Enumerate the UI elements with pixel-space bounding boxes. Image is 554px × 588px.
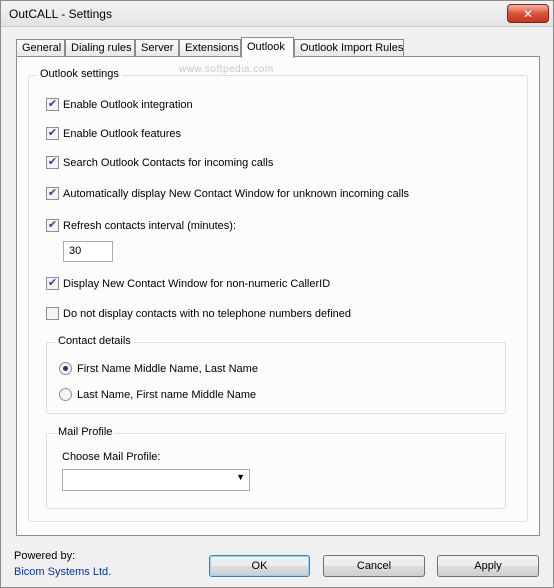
- apply-button[interactable]: Apply: [437, 555, 539, 577]
- radio-label: First Name Middle Name, Last Name: [77, 362, 258, 375]
- tab-outlook[interactable]: Outlook: [241, 37, 294, 58]
- tab-extensions[interactable]: Extensions: [179, 39, 241, 57]
- checkbox-enable-features[interactable]: ✔: [46, 127, 59, 140]
- option-display-non-numeric[interactable]: ✔ Display New Contact Window for non-num…: [46, 277, 330, 290]
- radio-button-selected[interactable]: [59, 362, 72, 375]
- checkbox-enable-integration[interactable]: ✔: [46, 98, 59, 111]
- checkbox-search-contacts[interactable]: ✔: [46, 156, 59, 169]
- window-title: OutCALL - Settings: [9, 7, 112, 21]
- option-label: Search Outlook Contacts for incoming cal…: [63, 156, 274, 169]
- checkbox-refresh-interval[interactable]: ✔: [46, 219, 59, 232]
- option-label: Display New Contact Window for non-numer…: [63, 277, 331, 290]
- option-label: Refresh contacts interval (minutes):: [63, 219, 237, 232]
- checkbox-non-numeric[interactable]: ✔: [46, 277, 59, 290]
- radio-dot: [63, 366, 68, 371]
- option-enable-outlook-features[interactable]: ✔ Enable Outlook features: [46, 127, 181, 140]
- contact-details-group: Contact details: [46, 335, 506, 414]
- checkbox-auto-display[interactable]: ✔: [46, 187, 59, 200]
- tab-outlook-import-rules[interactable]: Outlook Import Rules: [294, 39, 404, 57]
- option-label: Do not display contacts with no telephon…: [63, 307, 352, 320]
- chevron-down-icon: ▼: [236, 472, 245, 482]
- close-button[interactable]: ✕: [507, 4, 549, 23]
- title-bar[interactable]: OutCALL - Settings ✕: [1, 1, 553, 27]
- ok-button[interactable]: OK: [209, 555, 310, 577]
- outlook-settings-label: Outlook settings: [37, 68, 122, 80]
- checkbox-hide-no-phone[interactable]: [46, 307, 59, 320]
- option-refresh-interval[interactable]: ✔ Refresh contacts interval (minutes):: [46, 219, 236, 232]
- contact-details-label: Contact details: [55, 335, 134, 347]
- watermark: www.softpedia.com: [179, 64, 274, 75]
- powered-by-label: Powered by:: [14, 550, 76, 562]
- tab-general[interactable]: General: [16, 39, 65, 57]
- option-enable-outlook-integration[interactable]: ✔ Enable Outlook integration: [46, 98, 193, 111]
- radio-label: Last Name, First name Middle Name: [77, 388, 257, 401]
- radio-button-unselected[interactable]: [59, 388, 72, 401]
- close-icon: ✕: [522, 6, 534, 21]
- option-label: Enable Outlook integration: [63, 98, 193, 111]
- choose-mail-profile-label: Choose Mail Profile:: [62, 451, 160, 463]
- option-label: Enable Outlook features: [63, 127, 182, 140]
- tab-dialing-rules[interactable]: Dialing rules: [65, 39, 135, 57]
- option-search-contacts[interactable]: ✔ Search Outlook Contacts for incoming c…: [46, 156, 273, 169]
- company-link[interactable]: Bicom Systems Ltd.: [14, 566, 111, 578]
- option-auto-display-new-contact[interactable]: ✔ Automatically display New Contact Wind…: [46, 187, 409, 200]
- settings-window: OutCALL - Settings ✕ General Dialing rul…: [0, 0, 554, 588]
- mail-profile-dropdown[interactable]: ▼: [62, 469, 250, 491]
- mail-profile-label: Mail Profile: [55, 426, 116, 438]
- radio-last-name-first[interactable]: Last Name, First name Middle Name: [59, 388, 256, 401]
- option-label: Automatically display New Contact Window…: [63, 187, 410, 200]
- tab-server[interactable]: Server: [135, 39, 179, 57]
- refresh-interval-input[interactable]: 30: [63, 241, 113, 262]
- option-hide-no-phone[interactable]: Do not display contacts with no telephon…: [46, 307, 351, 320]
- cancel-button[interactable]: Cancel: [323, 555, 425, 577]
- radio-first-name-first[interactable]: First Name Middle Name, Last Name: [59, 362, 258, 375]
- choose-mail-profile-text: Choose Mail Profile:: [62, 451, 161, 463]
